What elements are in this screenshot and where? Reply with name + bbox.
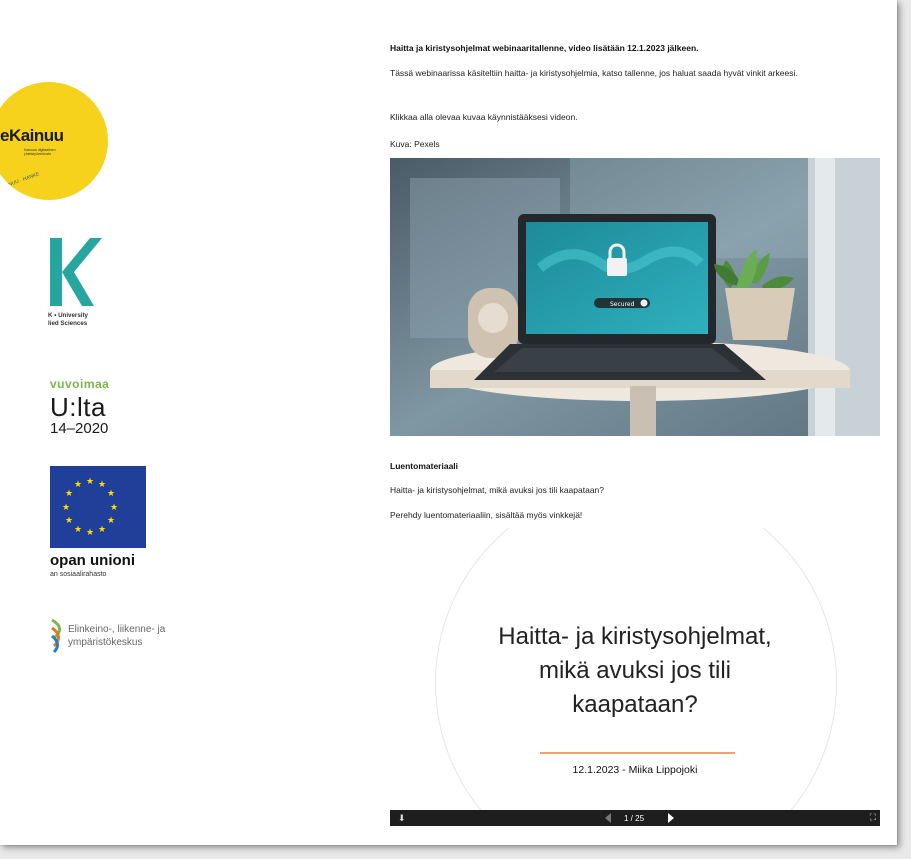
vipuvoimaa-logo-main: U:lta: [50, 392, 106, 422]
presentation-viewer[interactable]: Haitta- ja kiristysohjelmat, mikä avuksi…: [390, 528, 880, 810]
svg-text:★: ★: [65, 516, 73, 526]
laptop-photo: Secured: [390, 158, 880, 436]
svg-text:★: ★: [98, 480, 106, 490]
photo-credit: Kuva: Pexels: [390, 139, 440, 149]
fullscreen-icon[interactable]: ⛶: [870, 812, 876, 823]
slide-heading: Haitta- ja kiristysohjelmat, mikä avuksi…: [450, 620, 820, 722]
eu-name: opan unioni: [50, 552, 135, 569]
svg-text:★: ★: [110, 503, 118, 513]
svg-text:★: ★: [107, 516, 115, 526]
viewer-toolbar: ⬇ 1 / 25 ⛶: [390, 810, 880, 826]
slide-accent-line: [540, 752, 735, 754]
materials-link[interactable]: Haitta- ja kiristysohjelmat, mikä avuksi…: [390, 484, 604, 496]
video-thumbnail[interactable]: Secured: [390, 158, 880, 436]
kamk-logo: [50, 238, 102, 306]
materials-note: Perehdy luentomateriaaliin, sisältää myö…: [390, 510, 583, 520]
click-hint: Klikkaa alla olevaa kuvaa käynnistääkses…: [390, 112, 578, 122]
ely-logo-mark: [51, 618, 61, 654]
ekainuu-logo-text: eKainuu: [0, 126, 64, 145]
slide-date-author: 12.1.2023 - Miika Lippojoki: [572, 764, 698, 776]
ely-logo-text: Elinkeino-, liikenne- ja ympäristökeskus: [68, 623, 165, 649]
svg-text:★: ★: [86, 528, 94, 538]
eu-flag: ★ ★★ ★★★ ★★★ ★★★: [50, 466, 146, 548]
ekainuu-logo-subtext: Kainuun digitaalinen yhteistyöverkosto: [24, 148, 56, 156]
svg-text:★: ★: [62, 503, 70, 513]
kamk-line-1: K • University: [48, 312, 88, 319]
ely-line-1: Elinkeino-, liikenne- ja: [68, 624, 166, 635]
eu-subtitle: an sosiaalirahasto: [50, 571, 107, 578]
partner-logos: eKainuu Kainuun digitaalinen yhteistyöve…: [0, 0, 380, 845]
ely-line-2: ympäristökeskus: [68, 637, 143, 648]
ekainuu-logo-arc: KAINUU · HANKE: [0, 171, 41, 191]
svg-text:★: ★: [74, 480, 82, 490]
svg-text:★: ★: [74, 525, 82, 535]
slide-heading-line-3: kaapataan?: [572, 691, 698, 718]
download-icon[interactable]: ⬇: [398, 813, 406, 824]
kamk-logo-text: K • University lied Sciences: [48, 312, 88, 327]
next-page-icon[interactable]: [668, 813, 674, 823]
kamk-line-2: lied Sciences: [48, 319, 88, 327]
ekainuu-logo: eKainuu Kainuun digitaalinen yhteistyöve…: [0, 82, 108, 200]
vipuvoimaa-logo-years: 14–2020: [50, 420, 109, 437]
page: eKainuu Kainuun digitaalinen yhteistyöve…: [0, 0, 897, 845]
screen-badge: Secured: [610, 301, 635, 308]
prev-page-icon[interactable]: [605, 813, 611, 823]
slide-heading-line-1: Haitta- ja kiristysohjelmat,: [498, 623, 772, 650]
vipuvoimaa-logo-top: vuvoimaa: [50, 377, 110, 391]
svg-text:★: ★: [86, 477, 94, 487]
intro-text: Tässä webinaarissa käsiteltiin haitta- j…: [390, 68, 798, 78]
slide-heading-line-2: mikä avuksi jos tili: [538, 657, 732, 684]
svg-text:★: ★: [65, 489, 73, 499]
section-title: Haitta ja kiristysohjelmat webinaaritall…: [390, 43, 699, 53]
svg-text:★: ★: [98, 525, 106, 535]
page-indicator: 1 / 25: [624, 814, 645, 823]
materials-heading: Luentomateriaali: [390, 461, 459, 471]
svg-text:★: ★: [107, 489, 115, 499]
